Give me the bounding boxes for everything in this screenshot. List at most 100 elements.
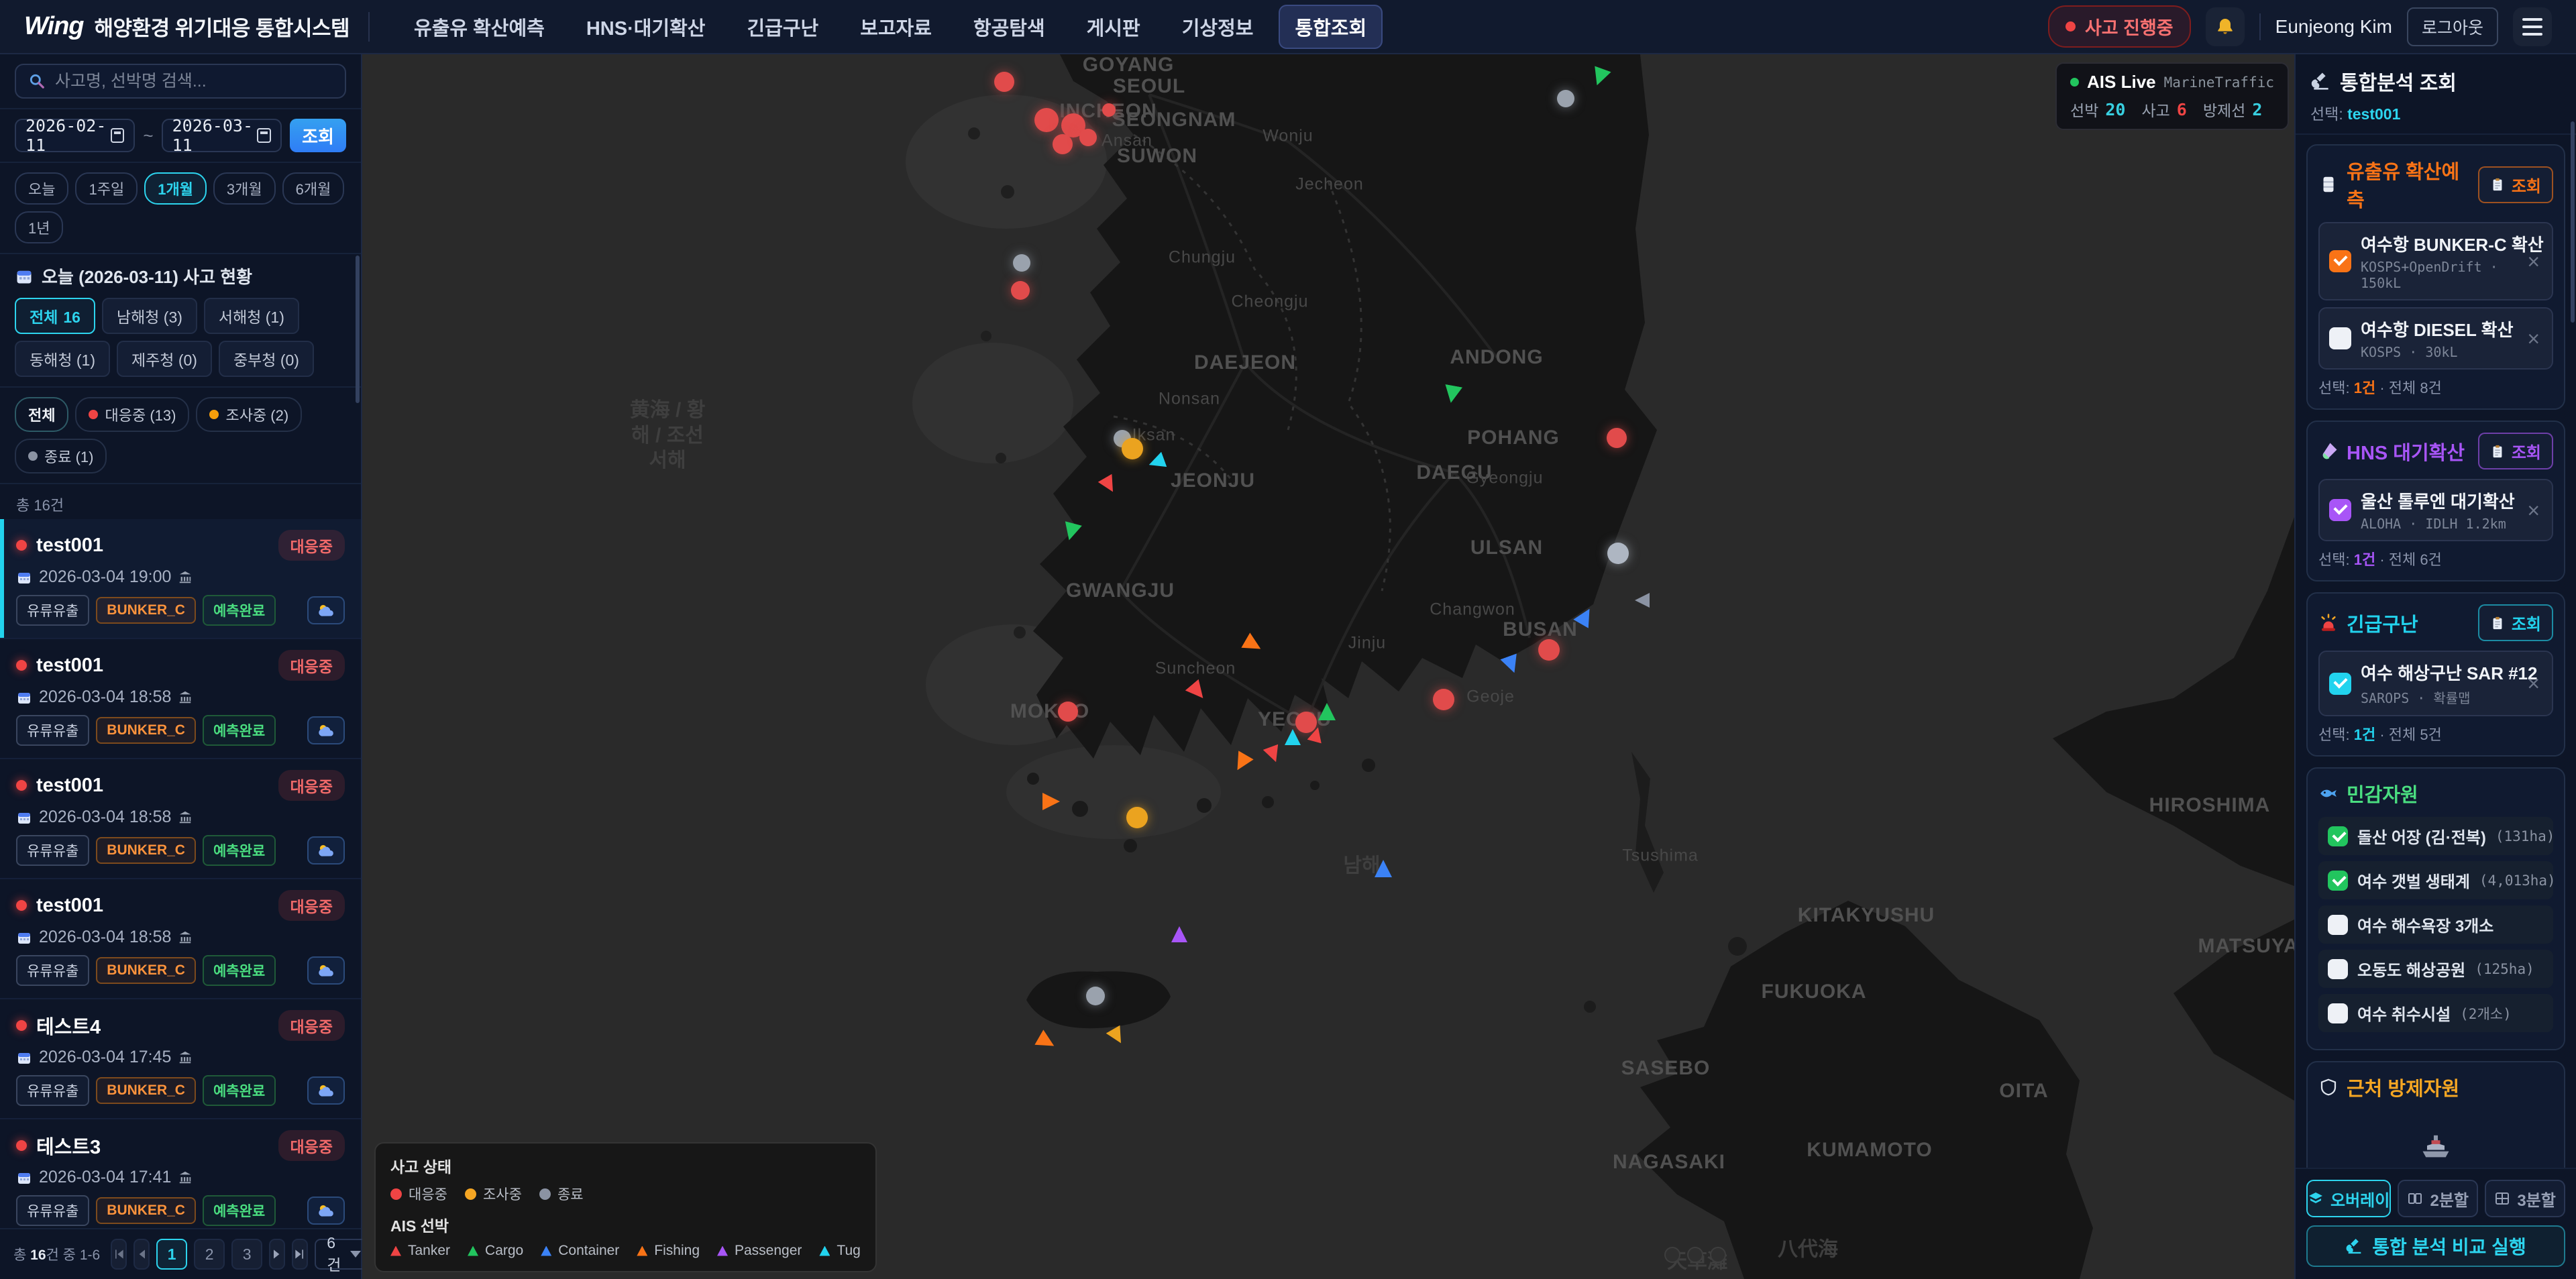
status-filter[interactable]: 조사중 (2) (196, 397, 302, 432)
quick-range-6개월[interactable]: 6개월 (282, 172, 345, 205)
date-query-button[interactable]: 조회 (290, 119, 346, 152)
incident-card[interactable]: test001대응중2026-03-04 19:00유류유출BUNKER_C예측… (0, 519, 361, 639)
weather-button[interactable] (307, 1197, 345, 1225)
incident-marker[interactable] (1538, 639, 1560, 661)
resource-checkbox[interactable] (2328, 1003, 2348, 1023)
incident-marker[interactable] (1102, 103, 1116, 117)
panel-scrollbar[interactable] (2571, 121, 2575, 323)
first-page-button[interactable] (111, 1239, 127, 1270)
incident-card[interactable]: test001대응중2026-03-04 18:58유류유출BUNKER_C예측… (0, 879, 361, 999)
resource-checkbox[interactable] (2328, 871, 2348, 891)
incident-marker[interactable] (1013, 254, 1030, 272)
status-filter[interactable]: 전체 (15, 397, 68, 432)
resource-item[interactable]: 여수 갯벌 생태계(4,013ha) (2318, 861, 2553, 899)
page-button-3[interactable]: 3 (231, 1239, 262, 1270)
incident-active-badge[interactable]: 사고 진행중 (2048, 5, 2191, 48)
resource-item[interactable]: 여수 해수욕장 3개소 (2318, 905, 2553, 944)
weather-button[interactable] (307, 1076, 345, 1105)
nav-item-통합조회[interactable]: 통합조회 (1279, 5, 1383, 49)
close-icon[interactable]: × (2524, 251, 2542, 272)
incident-marker[interactable] (1034, 108, 1059, 132)
resource-checkbox[interactable] (2328, 959, 2348, 979)
analysis-item[interactable]: 울산 톨루엔 대기확산ALOHA · IDLH 1.2km× (2318, 479, 2553, 541)
incident-marker[interactable] (1011, 281, 1030, 300)
item-checkbox[interactable] (2329, 250, 2351, 272)
resource-item[interactable]: 오동도 해상공원(125ha) (2318, 950, 2553, 988)
close-icon[interactable]: × (2524, 328, 2542, 349)
nav-item-긴급구난[interactable]: 긴급구난 (731, 5, 835, 49)
weather-button[interactable] (307, 716, 345, 744)
nav-item-유출유 확산예측[interactable]: 유출유 확산예측 (398, 5, 561, 49)
nav-item-기상정보[interactable]: 기상정보 (1166, 5, 1270, 49)
overlay-view-button[interactable]: 오버레이 (2306, 1180, 2391, 1217)
incident-card[interactable]: 테스트4대응중2026-03-04 17:45유류유출BUNKER_C예측완료 (0, 999, 361, 1119)
menu-button[interactable] (2513, 7, 2552, 46)
region-filter[interactable]: 중부청 (0) (219, 341, 314, 377)
quick-range-1년[interactable]: 1년 (15, 211, 63, 243)
resource-checkbox[interactable] (2328, 915, 2348, 935)
date-from-input[interactable]: 2026-02-11 (15, 119, 135, 152)
incident-marker[interactable] (1053, 134, 1073, 154)
section-query-button[interactable]: 조회 (2478, 604, 2553, 641)
close-icon[interactable]: × (2524, 500, 2542, 521)
map-attribution-button[interactable] (1710, 1247, 1726, 1263)
incident-card[interactable]: test001대응중2026-03-04 18:58유류유출BUNKER_C예측… (0, 639, 361, 759)
incident-card[interactable]: 테스트3대응중2026-03-04 17:41유류유출BUNKER_C예측완료 (0, 1119, 361, 1228)
logout-button[interactable]: 로그아웃 (2407, 7, 2498, 46)
incident-marker[interactable] (1079, 129, 1097, 146)
incident-marker[interactable] (1433, 689, 1454, 710)
run-analysis-button[interactable]: 통합 분석 비교 실행 (2306, 1225, 2565, 1267)
map-canvas[interactable]: GOYANGSEOULINCHEONSEONGNAMSUWONAnsanWonj… (362, 54, 2294, 1279)
analysis-item[interactable]: 여수 해상구난 SAR #12SAROPS · 확률맵× (2318, 651, 2553, 716)
region-filter[interactable]: 전체16 (15, 298, 95, 334)
status-filter[interactable]: 종료 (1) (15, 439, 107, 474)
date-to-input[interactable]: 2026-03-11 (162, 119, 282, 152)
weather-button[interactable] (307, 836, 345, 865)
analysis-item[interactable]: 여수항 BUNKER-C 확산KOSPS+OpenDrift · 150kL× (2318, 222, 2553, 300)
region-filter[interactable]: 남해청 (3) (102, 298, 197, 334)
incident-marker[interactable] (1607, 428, 1627, 448)
search-box[interactable] (15, 64, 346, 99)
nav-item-보고자료[interactable]: 보고자료 (844, 5, 948, 49)
incident-marker[interactable] (1126, 807, 1148, 828)
next-page-button[interactable] (269, 1239, 285, 1270)
item-checkbox[interactable] (2329, 499, 2351, 521)
item-checkbox[interactable] (2329, 673, 2351, 695)
search-input[interactable] (55, 72, 333, 91)
nav-item-HNS·대기확산[interactable]: HNS·대기확산 (570, 5, 722, 49)
incident-marker[interactable] (1086, 987, 1105, 1005)
region-filter[interactable]: 제주청 (0) (117, 341, 212, 377)
incident-marker[interactable] (1607, 543, 1629, 564)
weather-button[interactable] (307, 596, 345, 624)
incident-marker[interactable] (1122, 438, 1143, 459)
map-zoom-out-button[interactable] (1687, 1247, 1703, 1263)
page-button-2[interactable]: 2 (194, 1239, 225, 1270)
incident-marker[interactable] (994, 72, 1014, 92)
split-3-view-button[interactable]: 3분할 (2485, 1180, 2565, 1217)
map-zoom-in-button[interactable] (1664, 1247, 1680, 1263)
resource-item[interactable]: 돌산 어장 (김·전복)(131ha) (2318, 817, 2553, 855)
resource-checkbox[interactable] (2328, 826, 2348, 846)
status-filter[interactable]: 대응중 (13) (75, 397, 189, 432)
resource-item[interactable]: 여수 취수시설(2개소) (2318, 994, 2553, 1032)
incident-card[interactable]: test001대응중2026-03-04 18:58유류유출BUNKER_C예측… (0, 759, 361, 879)
incident-marker[interactable] (1295, 712, 1317, 733)
item-checkbox[interactable] (2329, 327, 2351, 349)
last-page-button[interactable] (292, 1239, 308, 1270)
section-query-button[interactable]: 조회 (2478, 166, 2553, 203)
notifications-button[interactable] (2206, 7, 2245, 46)
quick-range-1개월[interactable]: 1개월 (144, 172, 207, 205)
incident-marker[interactable] (1058, 702, 1078, 722)
region-filter[interactable]: 동해청 (1) (15, 341, 110, 377)
quick-range-3개월[interactable]: 3개월 (213, 172, 276, 205)
weather-button[interactable] (307, 956, 345, 985)
section-query-button[interactable]: 조회 (2478, 433, 2553, 469)
analysis-item[interactable]: 여수항 DIESEL 확산KOSPS · 30kL× (2318, 307, 2553, 370)
page-button-1[interactable]: 1 (156, 1239, 187, 1270)
nav-item-게시판[interactable]: 게시판 (1071, 5, 1157, 49)
incident-marker[interactable] (1557, 90, 1574, 107)
quick-range-오늘[interactable]: 오늘 (15, 172, 68, 205)
region-filter[interactable]: 서해청 (1) (204, 298, 299, 334)
sidebar-scrollbar[interactable] (356, 256, 360, 403)
close-icon[interactable]: × (2524, 673, 2542, 694)
